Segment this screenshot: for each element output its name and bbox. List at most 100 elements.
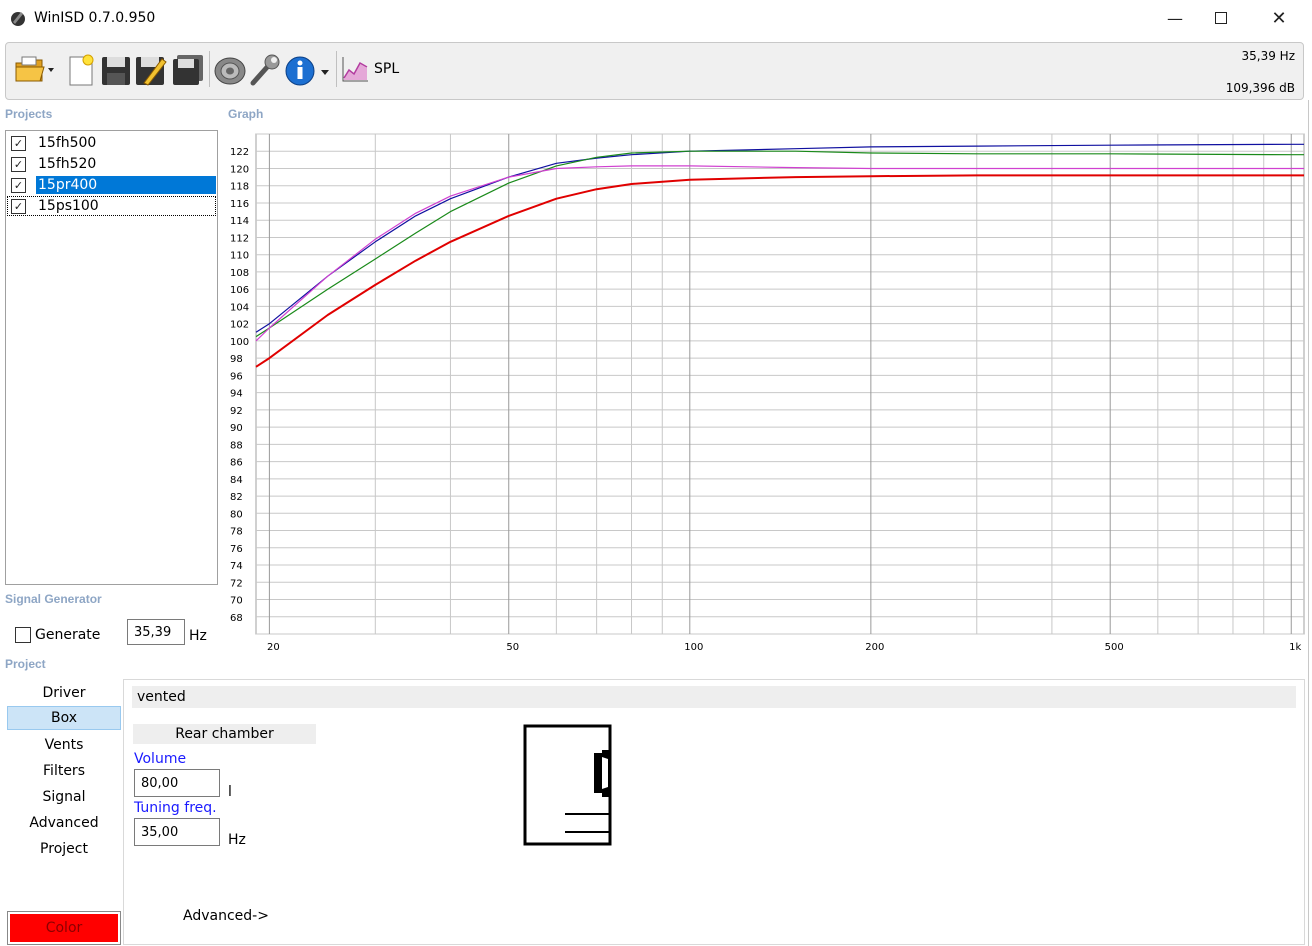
minimize-button[interactable]: — bbox=[1152, 0, 1198, 36]
plot-area bbox=[255, 133, 1305, 635]
box-panel bbox=[123, 679, 1305, 945]
nav-driver[interactable]: Driver bbox=[7, 681, 121, 705]
x-tick-label: 20 bbox=[267, 642, 280, 653]
new-project-button[interactable] bbox=[66, 51, 98, 87]
y-tick-label: 96 bbox=[230, 371, 243, 382]
x-tick-label: 200 bbox=[865, 642, 884, 653]
tools-button[interactable] bbox=[249, 51, 281, 87]
vented-box-diagram bbox=[523, 724, 612, 846]
generate-checkbox[interactable] bbox=[15, 627, 31, 643]
project-name: 15ps100 bbox=[38, 198, 99, 214]
y-tick-label: 72 bbox=[230, 578, 243, 589]
cursor-level-readout: 109,396 dB bbox=[1225, 81, 1295, 95]
y-tick-label: 108 bbox=[230, 268, 249, 279]
nav-advanced[interactable]: Advanced bbox=[7, 811, 121, 835]
toolbar-separator bbox=[209, 51, 210, 87]
project-checkbox[interactable]: ✓ bbox=[11, 156, 26, 172]
save-all-button[interactable] bbox=[171, 51, 203, 87]
y-tick-label: 80 bbox=[230, 509, 243, 520]
graph-grid bbox=[255, 133, 1305, 635]
window-title: WinISD 0.7.0.950 bbox=[34, 10, 156, 26]
x-tick-label: 1k bbox=[1289, 642, 1301, 653]
spl-chart-icon bbox=[342, 57, 368, 82]
y-tick-label: 70 bbox=[230, 596, 243, 607]
nav-project[interactable]: Project bbox=[7, 837, 121, 861]
volume-unit: l bbox=[228, 784, 232, 800]
x-tick-label: 500 bbox=[1105, 642, 1124, 653]
projects-list: ✓ 15fh500 ✓ 15fh520 ✓ 15pr400 ✓ 15ps100 bbox=[5, 130, 218, 585]
y-tick-label: 98 bbox=[230, 354, 243, 365]
spl-graph[interactable]: 68 70 72 74 76 78 80 82 84 86 88 90 92 94 96 98 100 102 10… bbox=[222, 126, 1306, 656]
toolbar-separator bbox=[336, 51, 337, 87]
project-item-15fh500[interactable]: ✓ 15fh500 bbox=[7, 133, 216, 153]
save-edit-icon bbox=[136, 57, 167, 86]
minimize-icon: — bbox=[1167, 8, 1183, 28]
project-name: 15fh520 bbox=[38, 156, 97, 172]
cursor-frequency-readout: 35,39 Hz bbox=[1241, 49, 1296, 63]
y-tick-label: 118 bbox=[230, 182, 249, 193]
project-item-15ps100[interactable]: ✓ 15ps100 bbox=[7, 196, 216, 216]
wrench-icon bbox=[250, 54, 280, 86]
x-tick-label: 100 bbox=[684, 642, 703, 653]
driver-editor-button[interactable] bbox=[213, 51, 246, 87]
spl-graph-button[interactable]: SPL bbox=[340, 51, 404, 87]
signal-generator-section-label: Signal Generator bbox=[5, 592, 102, 606]
generator-frequency-unit: Hz bbox=[189, 628, 207, 644]
project-name: 15pr400 bbox=[36, 176, 216, 194]
project-checkbox[interactable]: ✓ bbox=[11, 177, 26, 193]
info-button[interactable] bbox=[285, 51, 329, 87]
save-button[interactable] bbox=[100, 51, 132, 87]
y-tick-label: 120 bbox=[230, 164, 249, 175]
y-tick-label: 110 bbox=[230, 251, 249, 262]
box-type-selector[interactable]: vented bbox=[132, 686, 1296, 708]
generator-frequency-input[interactable] bbox=[127, 619, 185, 645]
nav-filters[interactable]: Filters bbox=[7, 759, 121, 783]
y-tick-label: 116 bbox=[230, 199, 249, 210]
close-icon: ✕ bbox=[1271, 7, 1287, 29]
rear-chamber-header: Rear chamber bbox=[133, 724, 316, 744]
maximize-button[interactable] bbox=[1198, 0, 1244, 36]
y-tick-label: 122 bbox=[230, 147, 249, 158]
tuning-freq-input[interactable] bbox=[134, 818, 220, 846]
speaker-icon bbox=[214, 57, 246, 85]
y-tick-label: 86 bbox=[230, 458, 243, 469]
info-icon bbox=[285, 56, 329, 86]
window-splitter[interactable] bbox=[1308, 100, 1309, 946]
y-tick-label: 78 bbox=[230, 527, 243, 538]
y-tick-label: 100 bbox=[230, 337, 249, 348]
y-tick-label: 104 bbox=[230, 302, 249, 313]
winisd-app-icon bbox=[9, 9, 27, 27]
y-tick-label: 82 bbox=[230, 492, 243, 503]
y-axis-labels: 68 70 72 74 76 78 80 82 84 86 88 90 92 94 96 98 100 102 10… bbox=[230, 147, 249, 624]
maximize-icon bbox=[1215, 12, 1227, 24]
y-tick-label: 84 bbox=[230, 475, 243, 486]
volume-input[interactable] bbox=[134, 769, 220, 797]
project-name: 15fh500 bbox=[38, 135, 97, 151]
close-button[interactable]: ✕ bbox=[1256, 0, 1302, 36]
project-item-15pr400[interactable]: ✓ 15pr400 bbox=[7, 175, 216, 195]
tuning-freq-unit: Hz bbox=[228, 832, 246, 848]
project-checkbox[interactable]: ✓ bbox=[11, 135, 26, 151]
new-document-icon bbox=[69, 54, 94, 86]
toolbar: SPL 35,39 Hz 109,396 dB bbox=[5, 42, 1304, 100]
y-tick-label: 74 bbox=[230, 561, 243, 572]
project-item-15fh520[interactable]: ✓ 15fh520 bbox=[7, 154, 216, 174]
nav-box[interactable]: Box bbox=[7, 706, 121, 730]
project-section-label: Project bbox=[5, 657, 46, 671]
nav-signal[interactable]: Signal bbox=[7, 785, 121, 809]
project-checkbox[interactable]: ✓ bbox=[11, 198, 26, 214]
save-as-button[interactable] bbox=[134, 51, 167, 87]
save-disk-icon bbox=[102, 57, 130, 85]
nav-vents[interactable]: Vents bbox=[7, 733, 121, 757]
y-tick-label: 114 bbox=[230, 216, 249, 227]
x-tick-label: 50 bbox=[506, 642, 519, 653]
y-tick-label: 88 bbox=[230, 440, 243, 451]
open-folder-icon bbox=[15, 56, 54, 82]
generate-label: Generate bbox=[35, 627, 101, 643]
open-folder-button[interactable] bbox=[14, 51, 54, 87]
volume-label: Volume bbox=[134, 751, 187, 767]
advanced-link[interactable]: Advanced-> bbox=[183, 908, 269, 924]
graph-section-label: Graph bbox=[228, 107, 264, 121]
color-button[interactable]: Color bbox=[7, 911, 121, 945]
tuning-freq-label: Tuning freq. bbox=[134, 800, 217, 816]
